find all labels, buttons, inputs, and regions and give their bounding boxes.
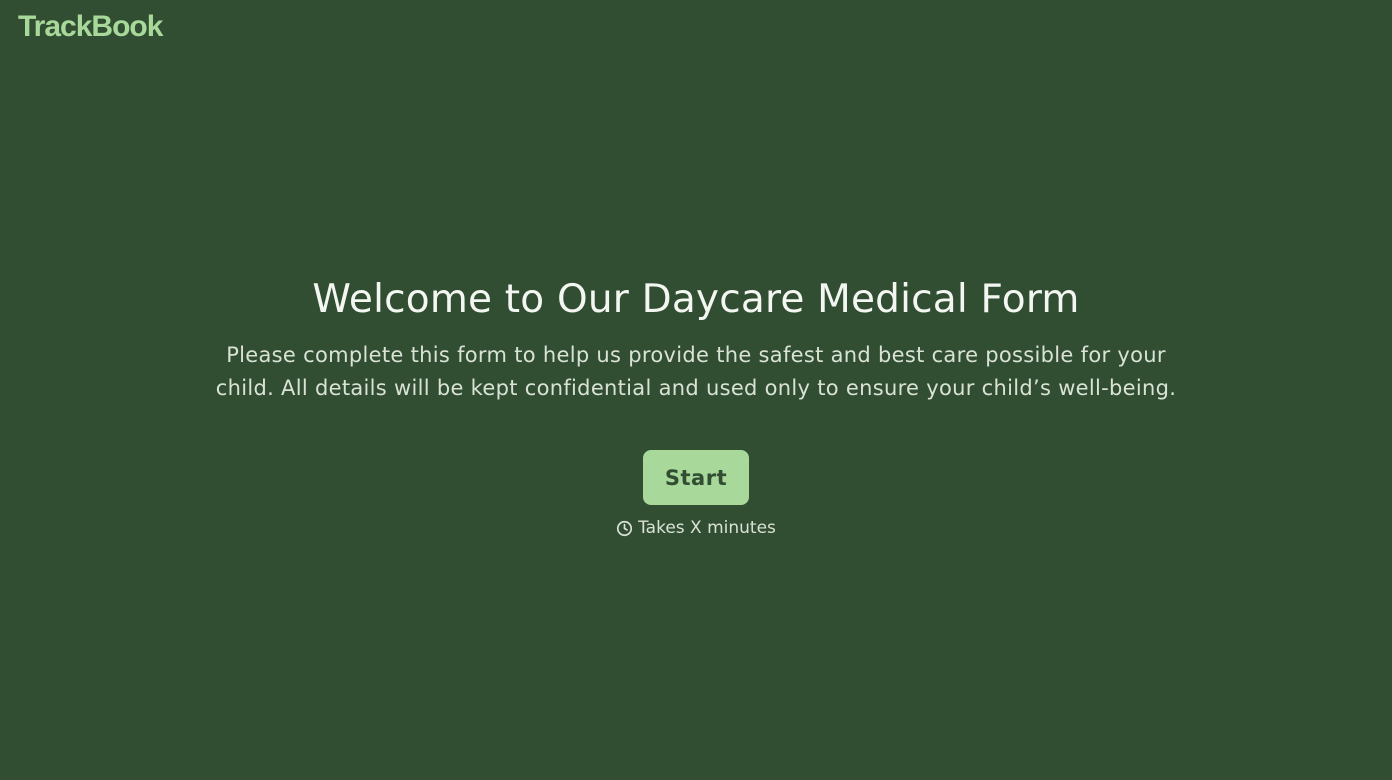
- page-title: Welcome to Our Daycare Medical Form: [312, 277, 1080, 322]
- duration-note: Takes X minutes: [616, 517, 776, 539]
- start-button[interactable]: Start: [643, 450, 749, 505]
- welcome-screen: Welcome to Our Daycare Medical Form Plea…: [0, 274, 1392, 539]
- duration-text: Takes X minutes: [638, 518, 776, 538]
- form-description: Please complete this form to help us pro…: [215, 343, 1177, 400]
- brand-logo: TrackBook: [18, 10, 163, 43]
- clock-icon: [617, 520, 633, 536]
